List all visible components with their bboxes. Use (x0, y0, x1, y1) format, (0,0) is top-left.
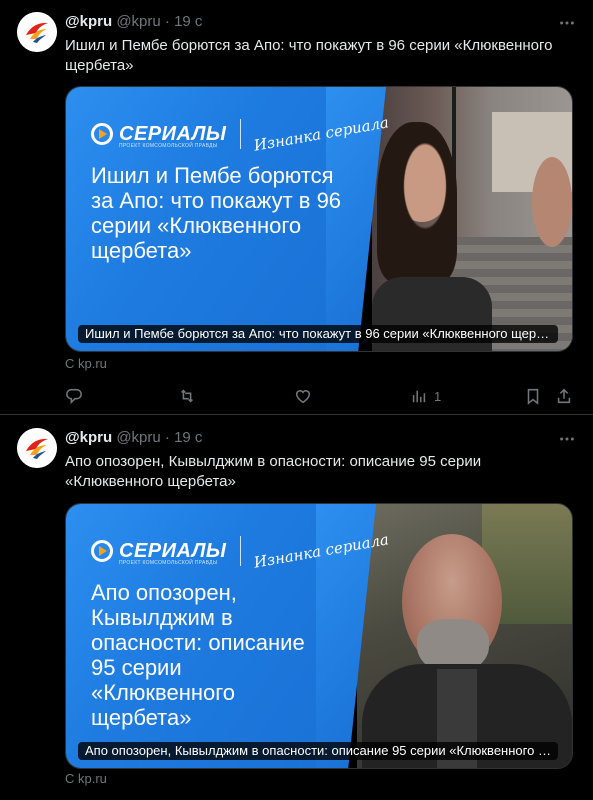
avatar[interactable] (17, 12, 57, 52)
play-icon (91, 123, 113, 145)
card-headline: Апо опозорен, Кывылджим в опасности: опи… (91, 580, 305, 730)
timestamp[interactable]: 19 с (174, 429, 202, 446)
timeline: @kpru @kpru · 19 с Ишил и Пембе борются … (0, 0, 593, 800)
separator-dot: · (164, 13, 170, 30)
retweet-button[interactable] (178, 386, 196, 406)
avatar[interactable] (17, 428, 57, 468)
serialy-logo: СЕРИАЛЫ ПРОЕКТ КОМСОМОЛЬСКОЙ ПРАВДЫ Изна… (91, 113, 391, 155)
link-card[interactable]: СЕРИАЛЫ ПРОЕКТ КОМСОМОЛЬСКОЙ ПРАВДЫ Изна… (65, 503, 573, 769)
heart-icon (295, 390, 311, 404)
kp-bird-logo-icon (17, 12, 57, 52)
bookmark-button[interactable] (524, 386, 542, 406)
logo-brand: СЕРИАЛЫ (119, 123, 227, 145)
logo-subtitle: ПРОЕКТ КОМСОМОЛЬСКОЙ ПРАВДЫ (119, 143, 218, 149)
views-button[interactable]: 1 (410, 386, 441, 406)
logo-script: Изнанка сериала (252, 113, 391, 155)
share-button[interactable] (555, 386, 573, 406)
timestamp[interactable]: 19 с (174, 13, 202, 30)
logo-divider (240, 119, 242, 149)
tweet-actions: 1 (55, 386, 585, 406)
card-photo (372, 87, 572, 351)
display-name[interactable]: @kpru (65, 429, 112, 446)
tweet[interactable]: @kpru @kpru · 19 с Апо опозорен, Кывылдж… (0, 416, 593, 800)
logo-divider (240, 536, 242, 566)
kp-bird-logo-icon (17, 428, 57, 468)
reply-icon (66, 388, 82, 405)
logo-script: Изнанка сериала (252, 530, 391, 572)
retweet-icon (181, 389, 193, 403)
serialy-logo: СЕРИАЛЫ ПРОЕКТ КОМСОМОЛЬСКОЙ ПРАВДЫ Изна… (91, 530, 391, 572)
logo-subtitle: ПРОЕКТ КОМСОМОЛЬСКОЙ ПРАВДЫ (119, 560, 218, 566)
card-caption: Апо опозорен, Кывылджим в опасности: опи… (78, 742, 558, 760)
card-headline: Ишил и Пембе борются за Апо: что покажут… (91, 163, 342, 263)
separator-dot: · (164, 429, 170, 446)
card-caption: Ишил и Пембе борются за Апо: что покажут… (78, 325, 558, 343)
user-handle[interactable]: @kpru (116, 429, 160, 446)
tweet-header: @kpru @kpru · 19 с (65, 13, 577, 33)
tweet-text: Ишил и Пембе борются за Апо: что покажут… (65, 37, 553, 74)
tweet-text: Апо опозорен, Кывылджим в опасности: опи… (65, 453, 482, 490)
logo-brand: СЕРИАЛЫ (119, 540, 227, 562)
views-count: 1 (434, 388, 442, 404)
card-source[interactable]: С kp.ru (65, 356, 107, 371)
like-button[interactable] (294, 386, 312, 406)
bookmark-icon (527, 388, 539, 405)
share-icon (557, 388, 571, 404)
more-options-icon[interactable] (557, 429, 577, 449)
tweet[interactable]: @kpru @kpru · 19 с Ишил и Пембе борются … (0, 0, 593, 415)
analytics-icon (412, 390, 426, 403)
tweet-header: @kpru @kpru · 19 с (65, 429, 577, 449)
play-icon (91, 540, 113, 562)
user-handle[interactable]: @kpru (116, 13, 160, 30)
card-source[interactable]: С kp.ru (65, 771, 107, 786)
display-name[interactable]: @kpru (65, 13, 112, 30)
link-card[interactable]: СЕРИАЛЫ ПРОЕКТ КОМСОМОЛЬСКОЙ ПРАВДЫ Изна… (65, 86, 573, 352)
reply-button[interactable] (65, 386, 83, 406)
more-options-icon[interactable] (557, 13, 577, 33)
